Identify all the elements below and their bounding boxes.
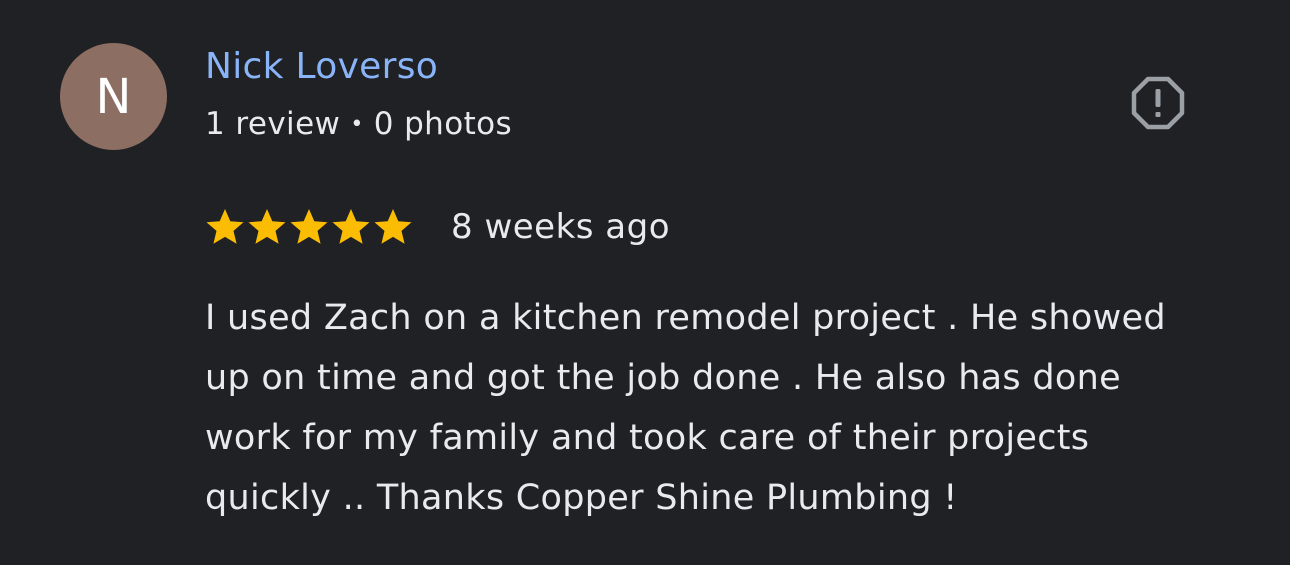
meta-separator: • xyxy=(350,111,364,137)
review-text: I used Zach on a kitchen remodel project… xyxy=(205,298,1166,518)
star-icon xyxy=(290,209,328,244)
star-rating xyxy=(205,207,413,247)
star-icon xyxy=(248,209,286,244)
review-card: N Nick Loverso 1 review • 0 photos 8 wee… xyxy=(0,0,1290,565)
rating-row: 8 weeks ago xyxy=(205,207,670,247)
avatar-initial: N xyxy=(95,68,132,125)
photo-count: 0 photos xyxy=(373,106,513,142)
report-octagon-icon xyxy=(1131,76,1185,130)
review-time: 8 weeks ago xyxy=(451,207,671,247)
reviewer-name-link[interactable]: Nick Loverso xyxy=(205,46,438,87)
review-count: 1 review xyxy=(205,106,341,142)
report-review-button[interactable] xyxy=(1128,73,1188,133)
avatar[interactable]: N xyxy=(60,43,167,150)
reviewer-meta: 1 review • 0 photos xyxy=(205,106,512,142)
star-icon xyxy=(332,209,370,244)
star-icon xyxy=(206,209,244,244)
star-icon xyxy=(374,209,412,244)
